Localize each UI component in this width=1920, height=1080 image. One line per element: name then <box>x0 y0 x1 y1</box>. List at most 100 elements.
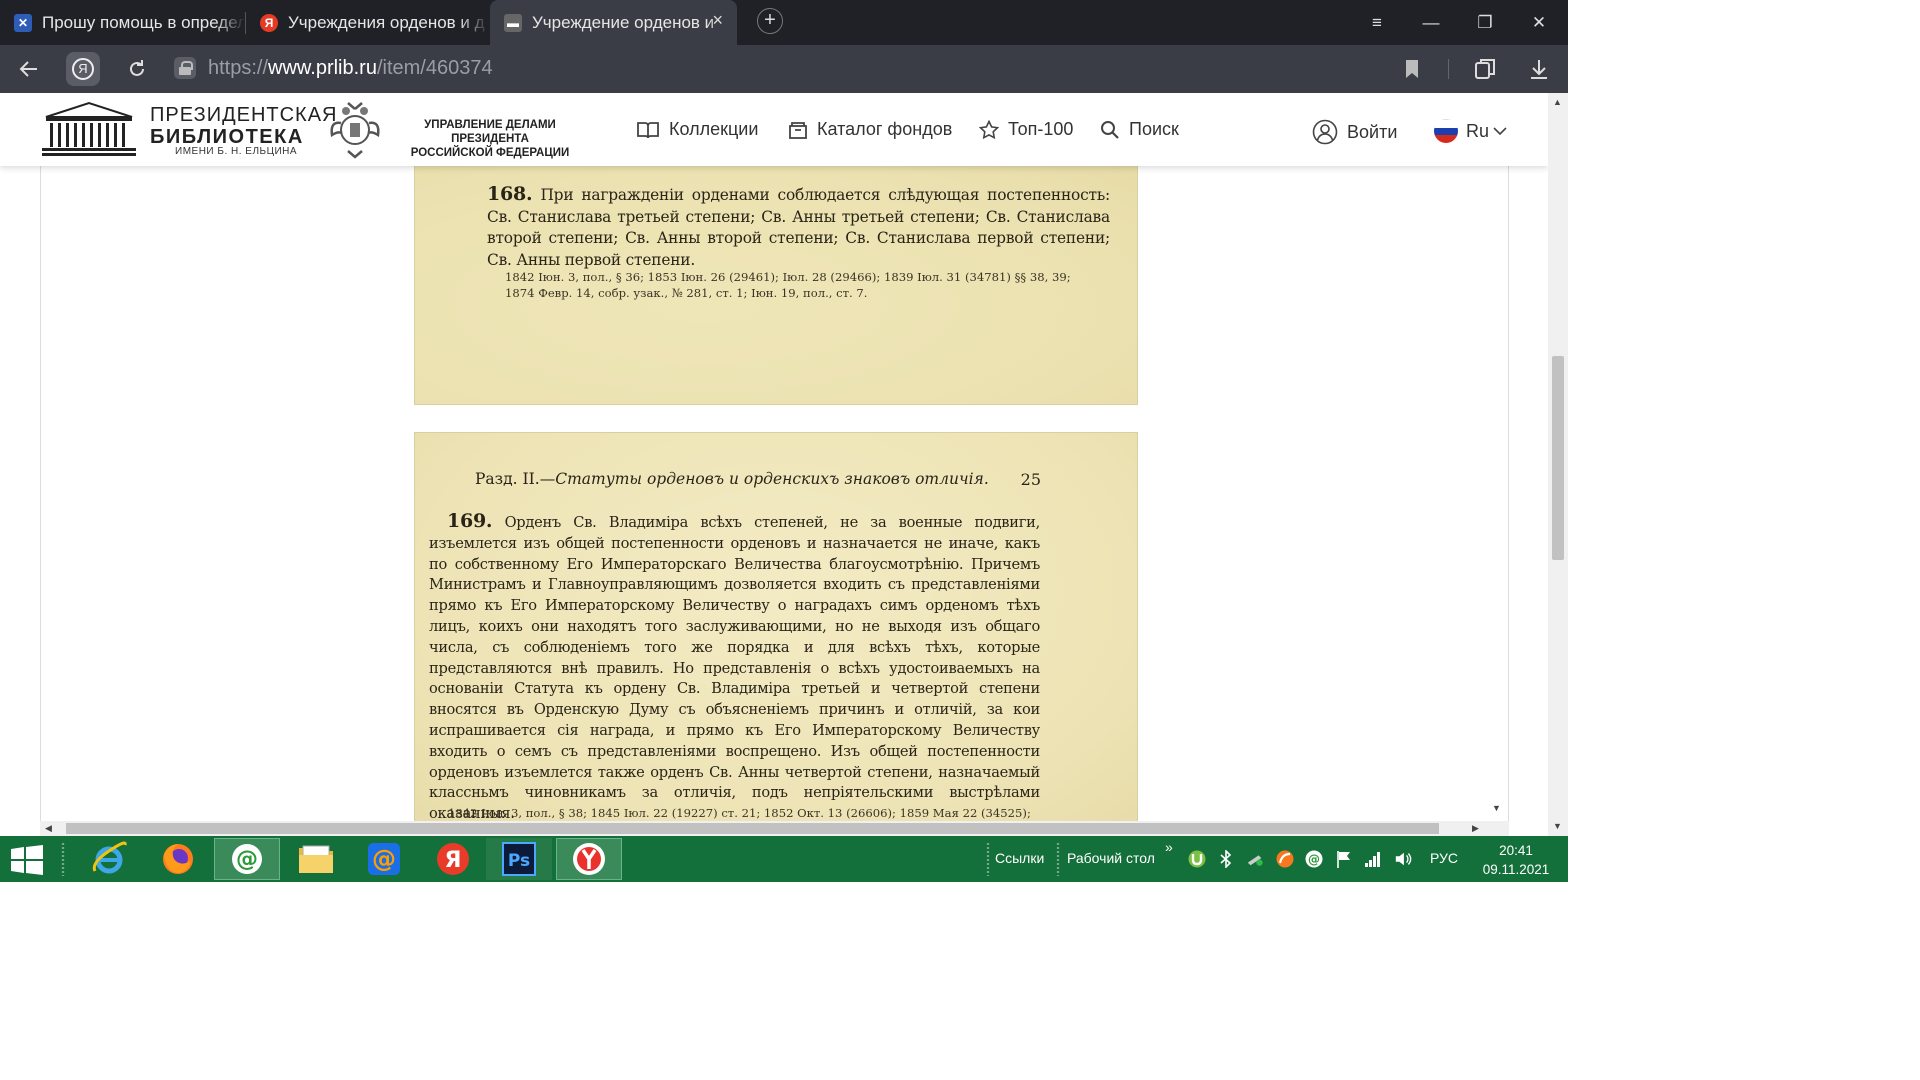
internet-explorer-icon <box>92 841 127 874</box>
vertical-scroll-thumb[interactable] <box>1552 356 1564 560</box>
input-language[interactable]: РУС <box>1430 850 1458 866</box>
yandex-favicon-icon: Я <box>260 13 278 32</box>
library-building-logo-icon[interactable] <box>42 101 136 157</box>
search-icon <box>1101 120 1119 139</box>
tab-prlib-active[interactable]: ▬ Учреждение орденов и × <box>490 0 737 45</box>
svg-text:Я: Я <box>445 848 462 873</box>
page-number: 25 <box>1020 470 1041 489</box>
new-tab-button[interactable]: + <box>757 8 783 34</box>
tab-yandex-search[interactable]: Я Учреждения орденов и д <box>246 0 489 45</box>
menu-collections[interactable]: Коллекции <box>636 119 758 140</box>
scroll-down-icon[interactable]: ▼ <box>1553 821 1562 831</box>
vertical-scrollbar[interactable]: ▲ ▼ <box>1548 93 1568 836</box>
lock-icon[interactable] <box>174 57 196 79</box>
taskbar-clock[interactable]: 20:41 09.11.2021 <box>1478 841 1554 879</box>
login-link[interactable]: Войти <box>1312 119 1397 145</box>
catalog-box-icon <box>789 121 807 139</box>
tab-forum[interactable]: ✕ Прошу помощь в определ <box>0 0 245 45</box>
taskbar-internet-explorer[interactable] <box>76 838 142 880</box>
taskbar-grip <box>60 842 66 876</box>
bookmark-button[interactable] <box>1395 52 1429 86</box>
network-signal-icon[interactable] <box>1364 850 1382 868</box>
toolbar-expand-chevron-icon[interactable]: » <box>1165 839 1173 855</box>
clock-time: 20:41 <box>1499 843 1533 858</box>
close-window-icon[interactable]: ✕ <box>1512 0 1566 45</box>
url-field[interactable]: https://www.prlib.ru/item/460374 <box>208 57 493 80</box>
login-label: Войти <box>1347 121 1398 142</box>
minimize-icon[interactable]: — <box>1404 0 1458 45</box>
yandex-browser-icon <box>573 843 605 875</box>
reload-button[interactable] <box>120 52 154 86</box>
folder-icon <box>299 845 333 873</box>
running-head-prefix: Разд. II.— <box>475 470 556 488</box>
reload-icon <box>130 60 144 76</box>
language-selector[interactable]: Ru <box>1434 119 1507 143</box>
arrow-left-icon <box>19 61 37 77</box>
article-168-number: 168. <box>487 183 533 205</box>
taskbar-file-explorer[interactable] <box>283 838 349 880</box>
menu-top100[interactable]: Топ-100 <box>979 119 1073 140</box>
taskbar-mail-ru[interactable]: @ <box>351 838 417 880</box>
browser-menu-icon[interactable]: ≡ <box>1350 0 1404 45</box>
double-headed-eagle-emblem-icon[interactable] <box>328 101 382 159</box>
taskbar-firefox[interactable] <box>145 838 211 880</box>
action-center-flag-icon[interactable] <box>1335 850 1353 868</box>
svg-text:@: @ <box>372 845 396 873</box>
site-header: ПРЕЗИДЕНТСКАЯ БИБЛИОТЕКА ИМЕНИ Б. Н. ЕЛЬ… <box>0 93 1548 166</box>
article-169: 169. Орденъ Св. Владиміра всѣхъ степеней… <box>429 511 1040 821</box>
restore-icon[interactable]: ❐ <box>1458 0 1512 45</box>
menu-search-label: Поиск <box>1129 119 1179 139</box>
desktop-toolbar[interactable]: Рабочий стол <box>1067 850 1155 866</box>
tab-title: Учреждение орденов и <box>532 12 715 32</box>
bookmark-icon <box>1406 60 1418 78</box>
url-path: /item/460374 <box>376 57 493 79</box>
administration-label: УПРАВЛЕНИЕ ДЕЛАМИ ПРЕЗИДЕНТА РОССИЙСКОЙ … <box>392 118 588 160</box>
scanned-page-25[interactable]: Разд. II.—Статуты орденовъ и орденскихъ … <box>414 432 1138 821</box>
horizontal-scroll-thumb[interactable] <box>66 823 1439 834</box>
tab-close-icon[interactable]: × <box>712 10 723 31</box>
toolbar-grip <box>985 842 991 876</box>
article-169-text: Орденъ Св. Владиміра всѣхъ степеней, не … <box>429 514 1041 821</box>
windows-start-icon[interactable] <box>10 845 44 875</box>
collections-icon <box>1475 59 1495 79</box>
taskbar-mail-agent[interactable]: @ <box>214 838 280 880</box>
library-name-line3: ИМЕНИ Б. Н. ЕЛЬЦИНА <box>175 146 298 157</box>
viewer-scroll-down-icon[interactable]: ▼ <box>1492 803 1501 813</box>
article-169-citation: 1842 Іюн. 3, пол., § 38; 1845 Іюл. 22 (1… <box>448 806 1031 820</box>
toolbar-grip <box>1055 842 1061 876</box>
chevron-down-icon <box>1493 127 1507 136</box>
horizontal-scrollbar[interactable]: ◀ ▶ <box>40 821 1509 836</box>
avast-tray-icon[interactable] <box>1276 850 1294 868</box>
collections-button[interactable] <box>1468 52 1502 86</box>
url-host: www.prlib.ru <box>268 57 377 79</box>
taskbar-yandex[interactable]: Я <box>420 838 486 880</box>
svg-text:@: @ <box>236 847 258 872</box>
article-168-citation: 1842 Іюн. 3, пол., § 36; 1853 Іюн. 26 (2… <box>505 269 1071 301</box>
scroll-right-icon[interactable]: ▶ <box>1472 823 1479 834</box>
taskbar-yandex-browser[interactable] <box>556 838 622 880</box>
taskbar-photoshop[interactable]: Ps <box>486 838 552 880</box>
toolbar-divider <box>1448 59 1449 79</box>
scroll-up-icon[interactable]: ▲ <box>1553 97 1562 107</box>
menu-search[interactable]: Поиск <box>1100 119 1179 140</box>
page-content: ПРЕЗИДЕНТСКАЯ БИБЛИОТЕКА ИМЕНИ Б. Н. ЕЛЬ… <box>0 93 1548 836</box>
volume-icon[interactable] <box>1394 850 1412 868</box>
scanned-page-previous[interactable]: 168. При награжденіи орденами соблюдаетс… <box>414 166 1138 405</box>
utorrent-tray-icon[interactable] <box>1188 850 1206 868</box>
yandex-button[interactable]: Я <box>66 52 100 86</box>
russia-flag-icon <box>1434 119 1458 143</box>
bluetooth-tray-icon[interactable] <box>1217 850 1235 868</box>
url-scheme: https:// <box>208 57 269 79</box>
menu-top100-label: Топ-100 <box>1008 119 1074 139</box>
forum-favicon-icon: ✕ <box>14 13 32 32</box>
document-viewer[interactable]: 168. При награжденіи орденами соблюдаетс… <box>40 166 1509 821</box>
mail-agent-tray-icon[interactable]: @ <box>1305 850 1323 868</box>
downloads-button[interactable] <box>1522 52 1556 86</box>
admin-line2: РОССИЙСКОЙ ФЕДЕРАЦИИ <box>410 147 570 159</box>
scroll-left-icon[interactable]: ◀ <box>45 823 52 834</box>
yandex-logo-icon: Я <box>72 58 94 80</box>
links-toolbar[interactable]: Ссылки <box>995 850 1044 866</box>
menu-catalog[interactable]: Каталог фондов <box>788 119 952 140</box>
safely-remove-hardware-tray-icon[interactable] <box>1246 850 1264 868</box>
back-button[interactable] <box>12 52 46 86</box>
